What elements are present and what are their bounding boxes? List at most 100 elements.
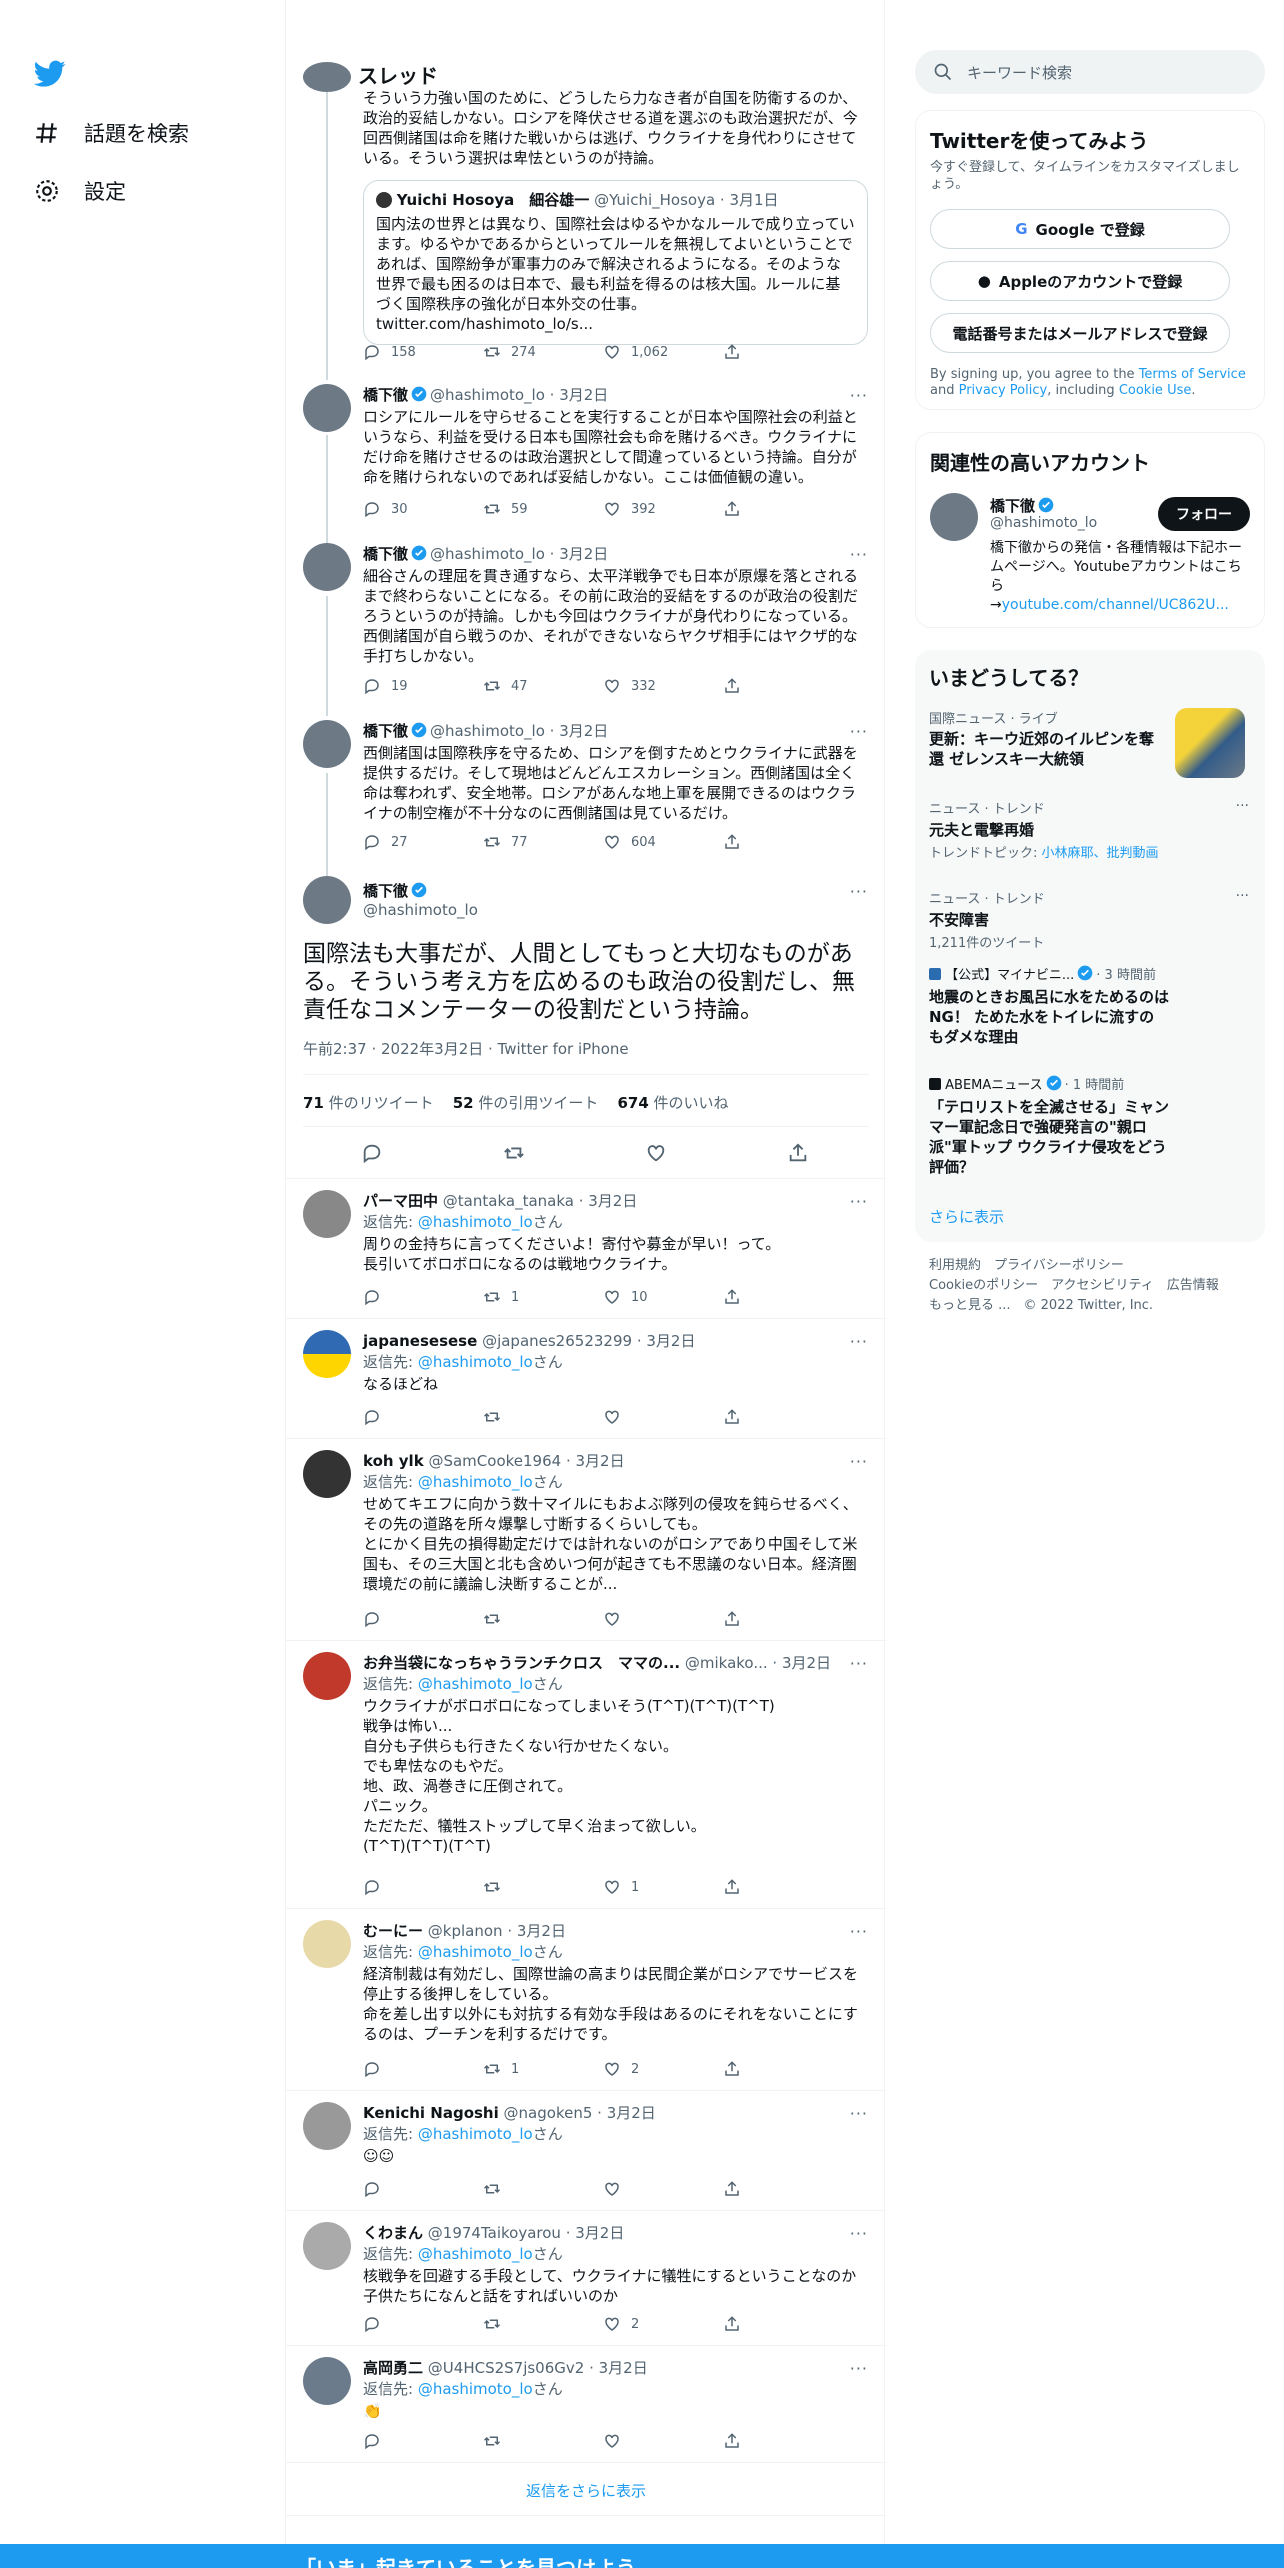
reply-button[interactable] xyxy=(363,2180,483,2198)
reply-button[interactable] xyxy=(363,2432,483,2450)
like-button[interactable]: 2 xyxy=(603,2315,723,2333)
footer-line[interactable]: もっと見る ... © 2022 Twitter, Inc. xyxy=(929,1296,1219,1316)
footer-line[interactable]: 利用規約 プライバシーポリシー xyxy=(929,1256,1219,1276)
show-more-trends[interactable]: さらに表示 xyxy=(929,1206,1004,1227)
more-icon[interactable]: ··· xyxy=(850,2104,868,2123)
like-button[interactable] xyxy=(603,1408,723,1426)
like-button[interactable]: 332 xyxy=(603,677,723,695)
like-button[interactable]: 1 xyxy=(603,1878,723,1896)
retweet-button[interactable] xyxy=(483,1610,603,1628)
retweet-button[interactable]: 1 xyxy=(483,1288,603,1306)
reply-button[interactable] xyxy=(363,1878,483,1896)
retweet-button[interactable] xyxy=(483,1878,603,1896)
quotes-stat[interactable]: 52 件の引用ツイート xyxy=(453,1094,599,1112)
replying-handle-link[interactable]: @hashimoto_lo xyxy=(418,1473,533,1491)
trend-item[interactable]: ニュース · トレンド 元夫と電撃再婚 トレンドトピック: 小林麻耶、批判動画 … xyxy=(929,798,1249,861)
trend-item[interactable]: 国際ニュース · ライブ 更新：キーウ近郊のイルピンを奪還 ゼレンスキー大統領 xyxy=(929,708,1249,778)
share-button[interactable] xyxy=(723,2432,843,2450)
more-icon[interactable]: ··· xyxy=(850,1922,868,1941)
replying-handle-link[interactable]: @hashimoto_lo xyxy=(418,2245,533,2263)
avatar[interactable] xyxy=(303,1920,351,1968)
footer-line[interactable]: Cookieのポリシー アクセシビリティ 広告情報 xyxy=(929,1276,1219,1296)
share-button[interactable] xyxy=(723,500,843,518)
apple-signup-button[interactable]: ● Appleのアカウントで登録 xyxy=(930,261,1230,301)
reply-button[interactable] xyxy=(361,1142,503,1164)
cookie-link[interactable]: Cookie Use xyxy=(1119,383,1192,398)
share-button[interactable] xyxy=(723,2315,843,2333)
retweet-button[interactable]: 47 xyxy=(483,677,603,695)
more-icon[interactable]: ··· xyxy=(850,882,868,901)
avatar[interactable] xyxy=(303,1330,351,1378)
more-icon[interactable]: ··· xyxy=(850,386,868,405)
like-button[interactable]: 10 xyxy=(603,1288,723,1306)
tweet-2[interactable]: 橋下徹 @hashimoto_lo · 3月2日 ロシアにルールを守らせることを実… xyxy=(363,384,868,487)
replying-handle-link[interactable]: @hashimoto_lo xyxy=(418,2125,533,2143)
reply-tweet[interactable]: Kenichi Nagoshi @nagoken5 · 3月2日 返信先: @ha… xyxy=(363,2102,868,2166)
google-signup-button[interactable]: G Google で登録 xyxy=(930,209,1230,249)
tweet-timestamp[interactable]: 午前2:37 · 2022年3月2日 · Twitter for iPhone xyxy=(303,1038,629,1059)
avatar[interactable] xyxy=(303,876,351,924)
reply-button[interactable] xyxy=(363,1408,483,1426)
show-more-replies[interactable]: 返信をさらに表示 xyxy=(286,2480,886,2501)
quote-tweet[interactable]: Yuichi Hosoya 細谷雄一 @Yuichi_Hosoya · 3月1日… xyxy=(363,180,868,345)
reply-button[interactable]: 158 xyxy=(363,343,483,361)
avatar[interactable] xyxy=(303,2222,351,2270)
share-button[interactable] xyxy=(723,677,843,695)
reply-button[interactable] xyxy=(363,2315,483,2333)
like-button[interactable] xyxy=(603,2432,723,2450)
retweet-button[interactable]: 59 xyxy=(483,500,603,518)
news-item[interactable]: ABEMAニュース · 1 時間前 「テロリストを全滅させる」ミャンマー軍記念日で… xyxy=(929,1074,1249,1177)
share-button[interactable] xyxy=(723,1878,843,1896)
follow-button[interactable]: フォロー xyxy=(1158,497,1250,531)
avatar[interactable] xyxy=(303,1190,351,1238)
like-button[interactable]: 2 xyxy=(603,2060,723,2078)
share-button[interactable] xyxy=(787,1142,929,1164)
share-button[interactable] xyxy=(723,1408,843,1426)
share-button[interactable] xyxy=(723,1610,843,1628)
more-icon[interactable]: ··· xyxy=(850,2359,868,2378)
privacy-link[interactable]: Privacy Policy xyxy=(959,383,1048,398)
like-button[interactable]: 604 xyxy=(603,833,723,851)
reply-button[interactable]: 27 xyxy=(363,833,483,851)
related-account-name[interactable]: 橋下徹 xyxy=(990,495,1057,516)
nav-settings[interactable]: 設定 xyxy=(34,176,126,206)
reply-tweet[interactable]: お弁当袋になっちゃうランチクロス ママの... @mikako... · 3月2… xyxy=(363,1652,868,1856)
retweet-button[interactable]: 1 xyxy=(483,2060,603,2078)
related-bio-link[interactable]: youtube.com/channel/UC862U... xyxy=(1002,597,1229,613)
like-button[interactable] xyxy=(603,2180,723,2198)
reply-button[interactable]: 19 xyxy=(363,677,483,695)
retweet-button[interactable] xyxy=(483,2315,603,2333)
replying-handle-link[interactable]: @hashimoto_lo xyxy=(418,1943,533,1961)
tweet-3[interactable]: 橋下徹 @hashimoto_lo · 3月2日 細谷さんの理屈を貫き通すなら、太… xyxy=(363,543,868,666)
avatar[interactable] xyxy=(303,1652,351,1700)
replying-handle-link[interactable]: @hashimoto_lo xyxy=(418,1213,533,1231)
like-button[interactable]: 1,062 xyxy=(603,343,723,361)
like-button[interactable]: 392 xyxy=(603,500,723,518)
more-icon[interactable]: ··· xyxy=(850,1332,868,1351)
retweet-button[interactable]: 77 xyxy=(483,833,603,851)
twitter-logo-icon[interactable] xyxy=(34,60,66,88)
more-icon[interactable]: ··· xyxy=(850,1654,868,1673)
avatar[interactable] xyxy=(303,720,351,768)
trend-sub-link[interactable]: 小林麻耶、批判動画 xyxy=(1042,846,1159,861)
more-icon[interactable]: ··· xyxy=(850,722,868,741)
likes-stat[interactable]: 674 件のいいね xyxy=(617,1094,728,1112)
more-icon[interactable]: ··· xyxy=(850,545,868,564)
terms-link[interactable]: Terms of Service xyxy=(1139,367,1246,382)
avatar[interactable] xyxy=(303,384,351,432)
retweet-button[interactable] xyxy=(483,2180,603,2198)
more-icon[interactable]: ··· xyxy=(850,2224,868,2243)
reply-tweet[interactable]: japanesesese @japanes26523299 · 3月2日 返信先:… xyxy=(363,1330,868,1394)
retweets-stat[interactable]: 71 件のリツイート xyxy=(303,1094,434,1112)
reply-tweet[interactable]: 高岡勇二 @U4HCS2S7js06Gv2 · 3月2日 返信先: @hashim… xyxy=(363,2357,868,2421)
reply-tweet[interactable]: くわまん @1974Taikoyarou · 3月2日 返信先: @hashimo… xyxy=(363,2222,868,2306)
more-icon[interactable]: ··· xyxy=(850,1452,868,1471)
retweet-button[interactable] xyxy=(483,2432,603,2450)
news-item[interactable]: 【公式】マイナビニ... · 3 時間前 地震のときお風呂に水をためるのはNG！ … xyxy=(929,964,1249,1047)
tweet-4[interactable]: 橋下徹 @hashimoto_lo · 3月2日 西側諸国は国際秩序を守るため、ロ… xyxy=(363,720,868,823)
replying-handle-link[interactable]: @hashimoto_lo xyxy=(418,1353,533,1371)
reply-button[interactable] xyxy=(363,1288,483,1306)
replying-handle-link[interactable]: @hashimoto_lo xyxy=(418,2380,533,2398)
share-button[interactable] xyxy=(723,2060,843,2078)
focus-author[interactable]: 橋下徹 @hashimoto_lo xyxy=(363,880,478,919)
